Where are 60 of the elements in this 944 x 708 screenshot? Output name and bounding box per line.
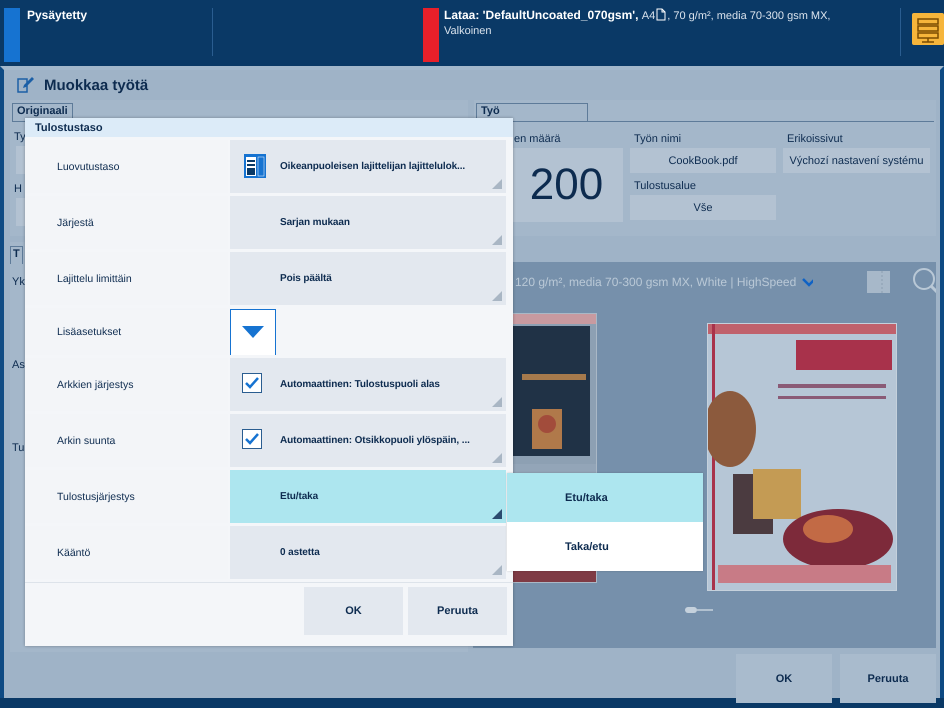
printer-status: Pysäytetty — [20, 8, 213, 56]
value-field[interactable]: Vše — [630, 195, 776, 220]
setting-dropdown[interactable]: 0 astetta — [230, 526, 506, 579]
load-message: Lataa: 'DefaultUncoated_070gsm', — [444, 8, 638, 22]
dropdown-corner-icon — [492, 397, 502, 407]
window-title: Muokkaa työtä — [44, 76, 148, 94]
cancel-button[interactable]: Peruuta — [408, 587, 507, 635]
server-icon[interactable] — [912, 13, 944, 45]
setting-dropdown[interactable]: Automaattinen: Otsikkopuoli ylöspäin, ... — [230, 414, 506, 467]
group-tab[interactable]: Työ — [476, 103, 588, 121]
value-field[interactable]: CookBook.pdf — [630, 148, 776, 173]
ok-button[interactable]: OK — [736, 654, 832, 703]
setting-value: Automaattinen: Tulostuspuoli alas — [280, 379, 440, 390]
dropdown-corner-icon — [492, 179, 502, 189]
setting-dropdown[interactable]: Pois päältä — [230, 252, 506, 305]
media-details: , 70 g/m², media 70-300 gsm MX, — [667, 10, 830, 22]
setting-value: 0 astetta — [280, 547, 320, 558]
media-summary: 120 g/m², media 70-300 gsm MX, White | HighSpeed — [515, 275, 796, 289]
checkbox[interactable] — [242, 373, 262, 393]
field-label: H — [14, 183, 22, 196]
field-label: Erikoissivut — [786, 132, 844, 147]
dropdown-corner-icon — [492, 565, 502, 575]
setting-dropdown[interactable]: Oikeanpuoleisen lajittelijan lajittelulok... — [230, 140, 506, 193]
field-label: As — [12, 359, 25, 372]
checkbox[interactable] — [242, 429, 262, 449]
field-label: en määrä — [514, 132, 560, 147]
setting-value: Etu/taka — [280, 491, 318, 502]
setting-value: Sarjan mukaan — [280, 217, 350, 228]
paper-size: A4 — [642, 10, 656, 22]
ok-button[interactable]: OK — [304, 587, 403, 635]
dropdown-option[interactable]: Taka/etu — [507, 522, 703, 571]
section-tab[interactable]: T — [10, 246, 23, 264]
setting-value: Automaattinen: Otsikkopuoli ylöspäin, ... — [280, 435, 470, 446]
alert-indicator — [423, 8, 439, 62]
field-label: Ty — [14, 131, 26, 144]
setting-value: Oikeanpuoleisen lajittelijan lajittelulok... — [280, 161, 466, 172]
field-label: Tulostusalue — [633, 179, 697, 194]
dropdown-corner-icon — [492, 509, 502, 519]
tray-icon — [244, 154, 266, 178]
cancel-button[interactable]: Peruuta — [840, 654, 936, 703]
setting-dropdown[interactable]: Sarjan mukaan — [230, 196, 506, 249]
page-icon — [656, 8, 666, 21]
value-field[interactable]: Výchozí nastavení systému — [783, 148, 930, 173]
dropdown-corner-icon — [492, 291, 502, 301]
dropdown-option[interactable]: Etu/taka — [507, 473, 703, 522]
setting-dropdown[interactable]: Etu/taka — [230, 470, 506, 523]
setting-dropdown[interactable]: Automaattinen: Tulostuspuoli alas — [230, 358, 506, 411]
edit-icon — [16, 75, 36, 95]
dialog-title: Tulostustaso — [25, 118, 513, 137]
media-color: Valkoinen — [444, 24, 492, 39]
dropdown-corner-icon — [492, 453, 502, 463]
field-label: Työn nimi — [633, 132, 682, 147]
dropdown-corner-icon — [492, 235, 502, 245]
caret-icon — [242, 326, 264, 338]
page-slider-icon[interactable] — [685, 605, 713, 615]
expand-toggle[interactable] — [230, 308, 276, 354]
field-label: Tu — [12, 442, 24, 455]
setting-value: Pois päältä — [280, 273, 332, 284]
status-indicator — [4, 8, 20, 62]
field-label: Yk — [12, 276, 25, 289]
